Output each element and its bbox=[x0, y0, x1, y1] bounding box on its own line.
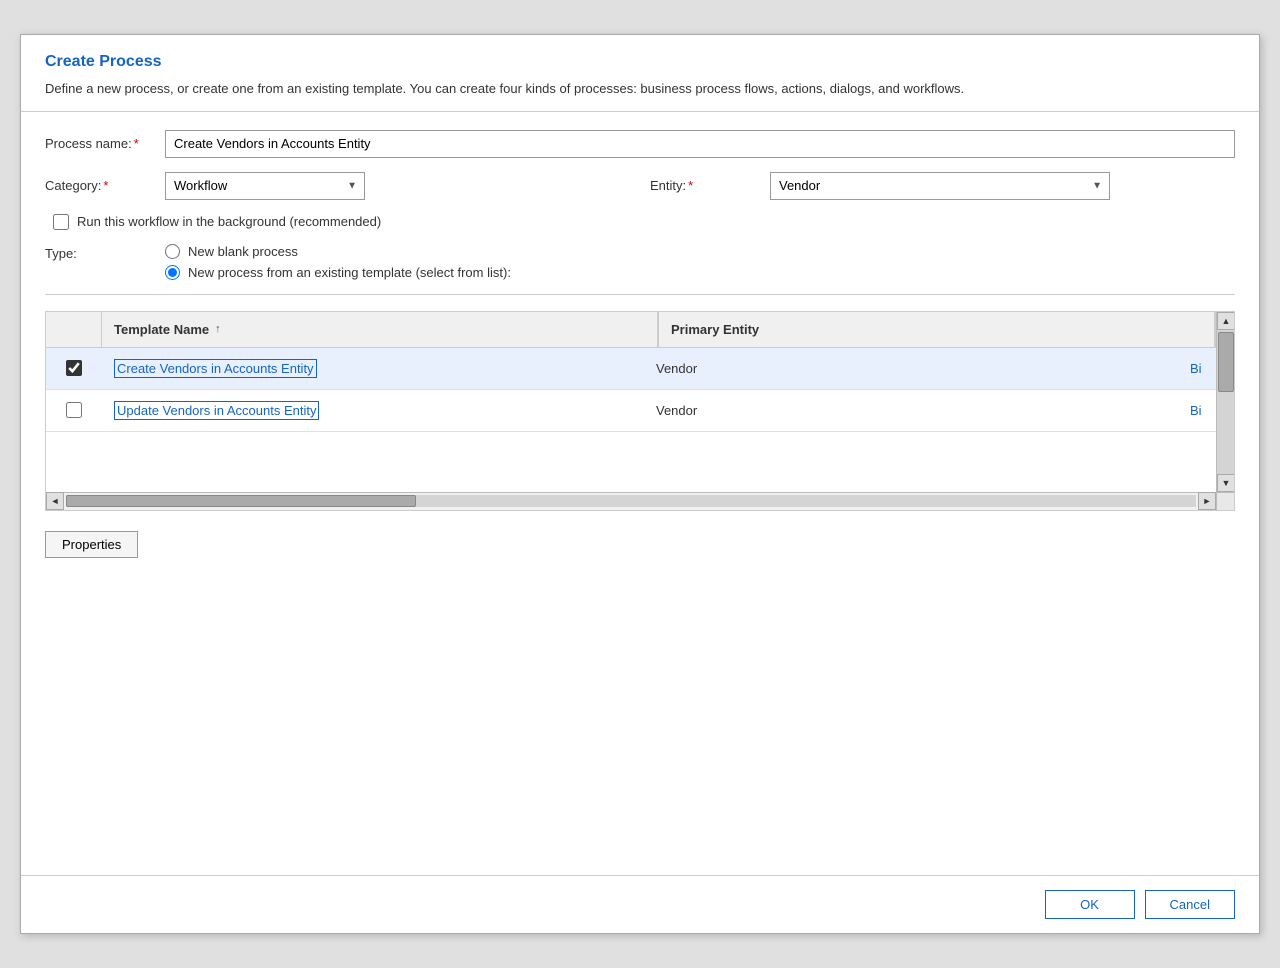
td-entity-1: Vendor bbox=[644, 348, 1186, 389]
scroll-thumb-horiz[interactable] bbox=[66, 495, 416, 507]
background-workflow-checkbox[interactable] bbox=[53, 214, 69, 230]
scroll-up-btn[interactable]: ▲ bbox=[1217, 312, 1235, 330]
td-checkbox-2 bbox=[46, 390, 102, 431]
category-group: Category:* Workflow Business Process Flo… bbox=[45, 172, 630, 200]
scroll-down-btn[interactable]: ▼ bbox=[1217, 474, 1235, 492]
dialog-description: Define a new process, or create one from… bbox=[45, 79, 1235, 99]
row-checkbox-1[interactable] bbox=[66, 360, 82, 376]
process-name-row: Process name:* bbox=[45, 130, 1235, 158]
type-row: Type: New blank process New process from… bbox=[45, 244, 1235, 280]
row-checkbox-2[interactable] bbox=[66, 402, 82, 418]
process-name-input[interactable] bbox=[165, 130, 1235, 158]
properties-row: Properties bbox=[45, 531, 1235, 558]
template-link-2[interactable]: Update Vendors in Accounts Entity bbox=[114, 401, 319, 420]
sort-arrow-icon: ↑ bbox=[215, 323, 221, 335]
table-header: Template Name ↑ Primary Entity bbox=[46, 312, 1216, 348]
entity-label: Entity:* bbox=[650, 178, 770, 193]
vertical-scrollbar[interactable]: ▲ ▼ bbox=[1216, 312, 1234, 492]
template-table-wrapper: Template Name ↑ Primary Entity Create Ve… bbox=[45, 311, 1235, 511]
scroll-left-btn[interactable]: ◄ bbox=[46, 492, 64, 510]
scroll-right-btn[interactable]: ► bbox=[1198, 492, 1216, 510]
category-entity-row: Category:* Workflow Business Process Flo… bbox=[45, 172, 1235, 200]
th-primary-entity[interactable]: Primary Entity bbox=[659, 312, 1216, 347]
properties-button[interactable]: Properties bbox=[45, 531, 138, 558]
template-link-1[interactable]: Create Vendors in Accounts Entity bbox=[114, 359, 317, 378]
entity-select-wrapper: Vendor Account Contact ▼ bbox=[770, 172, 1110, 200]
td-name-1: Create Vendors in Accounts Entity bbox=[102, 348, 644, 389]
radio-option-blank: New blank process bbox=[165, 244, 511, 259]
scroll-thumb-vert[interactable] bbox=[1218, 332, 1234, 392]
table-row[interactable]: Update Vendors in Accounts Entity Vendor… bbox=[46, 390, 1216, 432]
scroll-track-horiz bbox=[66, 495, 1196, 507]
ok-button[interactable]: OK bbox=[1045, 890, 1135, 919]
radio-template[interactable] bbox=[165, 265, 180, 280]
th-template-name[interactable]: Template Name ↑ bbox=[102, 312, 659, 347]
required-star-entity: * bbox=[688, 178, 693, 193]
cancel-button[interactable]: Cancel bbox=[1145, 890, 1235, 919]
dialog-title: Create Process bbox=[45, 53, 1235, 71]
category-label: Category:* bbox=[45, 178, 165, 193]
table-row[interactable]: Create Vendors in Accounts Entity Vendor… bbox=[46, 348, 1216, 390]
dialog-header: Create Process Define a new process, or … bbox=[21, 35, 1259, 112]
radio-blank-label: New blank process bbox=[188, 244, 298, 259]
scroll-corner bbox=[1216, 492, 1234, 510]
required-star-name: * bbox=[134, 136, 139, 151]
dialog-body: Process name:* Category:* Workflow Busin… bbox=[21, 112, 1259, 876]
entity-group: Entity:* Vendor Account Contact ▼ bbox=[650, 172, 1235, 200]
section-divider bbox=[45, 294, 1235, 295]
type-label: Type: bbox=[45, 244, 165, 261]
process-name-label: Process name:* bbox=[45, 136, 165, 151]
scroll-track-vert bbox=[1217, 330, 1234, 474]
category-select[interactable]: Workflow Business Process Flow Action Di… bbox=[165, 172, 365, 200]
create-process-dialog: Create Process Define a new process, or … bbox=[20, 34, 1260, 934]
table-scroll-area: Template Name ↑ Primary Entity Create Ve… bbox=[46, 312, 1216, 492]
required-star-category: * bbox=[103, 178, 108, 193]
entity-select[interactable]: Vendor Account Contact bbox=[770, 172, 1110, 200]
td-checkbox-1 bbox=[46, 348, 102, 389]
background-workflow-label: Run this workflow in the background (rec… bbox=[77, 214, 381, 229]
radio-template-label: New process from an existing template (s… bbox=[188, 265, 511, 280]
background-workflow-row: Run this workflow in the background (rec… bbox=[53, 214, 1235, 230]
td-extra-1: Bi bbox=[1186, 361, 1216, 376]
category-select-wrapper: Workflow Business Process Flow Action Di… bbox=[165, 172, 365, 200]
td-entity-2: Vendor bbox=[644, 390, 1186, 431]
td-name-2: Update Vendors in Accounts Entity bbox=[102, 390, 644, 431]
dialog-footer: OK Cancel bbox=[21, 875, 1259, 933]
radio-option-template: New process from an existing template (s… bbox=[165, 265, 511, 280]
td-extra-2: Bi bbox=[1186, 403, 1216, 418]
th-checkbox-col bbox=[46, 312, 102, 347]
horizontal-scrollbar[interactable]: ◄ ► bbox=[46, 492, 1216, 510]
type-radio-group: New blank process New process from an ex… bbox=[165, 244, 511, 280]
radio-blank[interactable] bbox=[165, 244, 180, 259]
